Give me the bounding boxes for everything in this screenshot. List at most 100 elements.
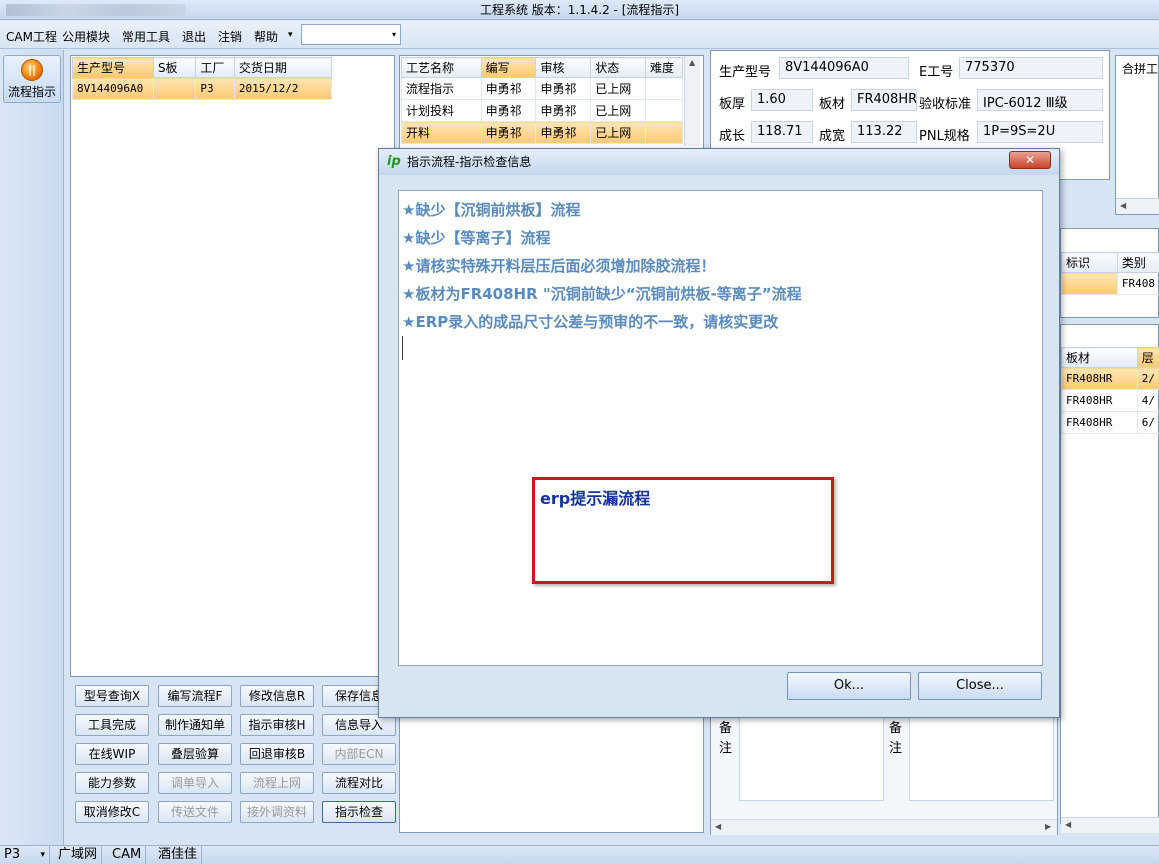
- model-field[interactable]: 8V144096A0: [779, 57, 909, 79]
- factory-selector[interactable]: P3 ▾: [0, 846, 50, 864]
- cell-category[interactable]: FR408: [1116, 272, 1159, 295]
- material-field[interactable]: FR408HR: [851, 89, 917, 111]
- cell-layer[interactable]: 4/: [1136, 389, 1159, 412]
- import-order-button[interactable]: 调单导入: [158, 772, 232, 794]
- flow-online-button[interactable]: 流程上网: [240, 772, 314, 794]
- write-flow-button[interactable]: 编写流程F: [158, 685, 232, 707]
- process-scrollbar[interactable]: ▲: [684, 56, 700, 146]
- scroll-right-icon[interactable]: ▶: [1045, 822, 1051, 831]
- menu-combo-box[interactable]: ▾: [301, 24, 401, 45]
- col-factory[interactable]: 工厂: [195, 57, 235, 78]
- e-number-field[interactable]: 775370: [959, 57, 1103, 79]
- cell-mark[interactable]: [1061, 272, 1118, 295]
- capability-params-button[interactable]: 能力参数: [75, 772, 149, 794]
- cell-layer[interactable]: 2/: [1136, 367, 1159, 390]
- col-delivery-date[interactable]: 交货日期: [233, 57, 333, 78]
- menu-exit[interactable]: 退出: [182, 28, 206, 45]
- status-tab-wan[interactable]: 广域网: [54, 846, 103, 864]
- make-notice-button[interactable]: 制作通知单: [158, 714, 232, 736]
- table-row[interactable]: 开料 申勇祁 申勇祁 已上网: [401, 121, 683, 144]
- table-row[interactable]: FR408HR 4/: [1061, 389, 1159, 412]
- cell-author[interactable]: 申勇祁: [480, 121, 537, 144]
- ok-button[interactable]: Ok...: [787, 672, 911, 700]
- table-row[interactable]: FR408: [1061, 272, 1159, 295]
- chevron-down-icon[interactable]: ▾: [40, 846, 45, 864]
- menu-logout[interactable]: 注销: [218, 28, 242, 45]
- stackup-calc-button[interactable]: 叠层验算: [158, 743, 232, 765]
- combine-scrollbar[interactable]: ◀: [1116, 198, 1159, 214]
- menu-overflow-icon[interactable]: ▾: [288, 30, 293, 40]
- col-process-name[interactable]: 工艺名称: [401, 57, 482, 78]
- col-author[interactable]: 编写: [480, 57, 537, 78]
- scroll-up-icon[interactable]: ▲: [689, 58, 695, 67]
- close-icon[interactable]: ✕: [1009, 151, 1051, 169]
- cell-process-name[interactable]: 开料: [401, 121, 482, 144]
- cell-s-board[interactable]: [152, 77, 197, 100]
- cell-date[interactable]: 2015/12/2: [233, 77, 333, 100]
- thickness-field[interactable]: 1.60: [751, 89, 813, 111]
- message-textarea[interactable]: ★缺少【沉铜前烘板】流程 ★缺少【等离子】流程 ★请核实特殊开料层压后面必须增加…: [398, 190, 1043, 666]
- dialog-title-bar[interactable]: ip 指示流程-指示检查信息 ✕: [379, 149, 1059, 175]
- cell-material[interactable]: FR408HR: [1061, 411, 1138, 434]
- model-query-button[interactable]: 型号查询X: [75, 685, 149, 707]
- cell-difficulty[interactable]: [645, 77, 683, 100]
- status-tab-user[interactable]: 酒佳佳: [154, 846, 203, 864]
- col-difficulty[interactable]: 难度: [645, 57, 683, 78]
- flow-instruction-button[interactable]: || 流程指示: [3, 55, 61, 103]
- cell-reviewer[interactable]: 申勇祁: [535, 121, 592, 144]
- standard-field[interactable]: IPC-6012 Ⅲ级: [977, 89, 1103, 111]
- send-file-button[interactable]: 传送文件: [158, 801, 232, 823]
- flow-compare-button[interactable]: 流程对比: [322, 772, 396, 794]
- modify-info-button[interactable]: 修改信息R: [240, 685, 314, 707]
- cell-factory[interactable]: P3: [195, 77, 235, 100]
- cell-model[interactable]: 8V144096A0: [72, 77, 154, 100]
- table-row[interactable]: 计划投料 申勇祁 申勇祁 已上网: [401, 99, 683, 122]
- cell-material[interactable]: FR408HR: [1061, 389, 1138, 412]
- chevron-down-icon[interactable]: ▾: [392, 30, 396, 39]
- instruction-check-button[interactable]: 指示检查: [322, 801, 396, 823]
- cell-status[interactable]: 已上网: [590, 99, 647, 122]
- cell-process-name[interactable]: 流程指示: [401, 77, 482, 100]
- right-grid-scrollbar[interactable]: ◀: [1061, 817, 1159, 833]
- close-button[interactable]: Close...: [918, 672, 1042, 700]
- scroll-left-icon[interactable]: ◀: [1065, 820, 1071, 829]
- remarks-scrollbar[interactable]: ◀ ▶: [711, 819, 1057, 835]
- cell-difficulty[interactable]: [645, 99, 683, 122]
- cancel-modify-button[interactable]: 取消修改C: [75, 801, 149, 823]
- cell-material[interactable]: FR408HR: [1061, 367, 1138, 390]
- col-material[interactable]: 板材: [1061, 347, 1138, 368]
- col-category[interactable]: 类别: [1116, 252, 1159, 273]
- tool-complete-button[interactable]: 工具完成: [75, 714, 149, 736]
- cell-process-name[interactable]: 计划投料: [401, 99, 482, 122]
- menu-cam[interactable]: CAM工程: [6, 28, 57, 45]
- pnl-field[interactable]: 1P=9S=2U: [977, 121, 1103, 143]
- cell-layer[interactable]: 6/: [1136, 411, 1159, 434]
- cell-reviewer[interactable]: 申勇祁: [535, 99, 592, 122]
- cell-author[interactable]: 申勇祁: [480, 99, 537, 122]
- scroll-left-icon[interactable]: ◀: [715, 822, 721, 831]
- online-wip-button[interactable]: 在线WIP: [75, 743, 149, 765]
- review-instruction-button[interactable]: 指示审核H: [240, 714, 314, 736]
- col-s-board[interactable]: S板: [152, 57, 197, 78]
- cell-reviewer[interactable]: 申勇祁: [535, 77, 592, 100]
- width-field[interactable]: 113.22: [851, 121, 917, 143]
- table-row[interactable]: 流程指示 申勇祁 申勇祁 已上网: [401, 77, 683, 100]
- length-field[interactable]: 118.71: [751, 121, 813, 143]
- remark-right-textarea[interactable]: [909, 717, 1054, 801]
- table-row[interactable]: 8V144096A0 P3 2015/12/2: [72, 77, 333, 100]
- external-data-button[interactable]: 接外调资料: [240, 801, 314, 823]
- remark-left-textarea[interactable]: [739, 717, 884, 801]
- col-model[interactable]: 生产型号: [72, 57, 154, 78]
- col-mark[interactable]: 标识: [1061, 252, 1118, 273]
- cell-author[interactable]: 申勇祁: [480, 77, 537, 100]
- rollback-review-button[interactable]: 回退审核B: [240, 743, 314, 765]
- cell-difficulty[interactable]: [645, 121, 683, 144]
- menu-help[interactable]: 帮助: [254, 28, 278, 45]
- cell-status[interactable]: 已上网: [590, 77, 647, 100]
- col-status[interactable]: 状态: [590, 57, 647, 78]
- col-reviewer[interactable]: 审核: [535, 57, 592, 78]
- table-row[interactable]: FR408HR 6/: [1061, 411, 1159, 434]
- menu-public-modules[interactable]: 公用模块: [62, 28, 110, 45]
- menu-common-tools[interactable]: 常用工具: [122, 28, 170, 45]
- scroll-left-icon[interactable]: ◀: [1120, 201, 1126, 210]
